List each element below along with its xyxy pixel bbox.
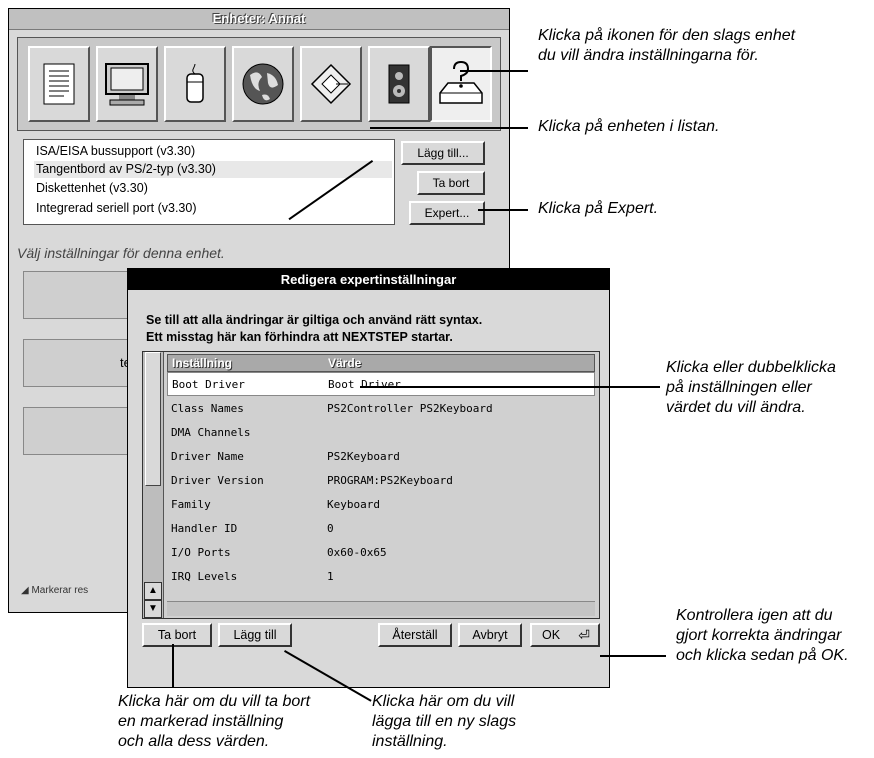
- callout-line: [478, 209, 528, 211]
- setting-cell[interactable]: Driver Version: [171, 469, 264, 493]
- reset-button[interactable]: Återställ: [378, 623, 452, 647]
- setting-cell[interactable]: Class Names: [171, 397, 244, 421]
- callout-expert: Klicka på Expert.: [538, 200, 659, 217]
- scroll-up-icon[interactable]: ▲: [144, 582, 162, 600]
- settings-table[interactable]: ▲ ▼ Inställning Värde Boot Driver Boot D…: [142, 351, 600, 619]
- table-row[interactable]: IRQ Levels 1: [167, 565, 595, 589]
- setting-cell[interactable]: Family: [171, 493, 211, 517]
- warning-text: Se till att alla ändringar är giltiga oc…: [146, 313, 483, 327]
- remove-setting-button[interactable]: Ta bort: [142, 623, 212, 647]
- column-header-setting[interactable]: Inställning: [172, 355, 232, 371]
- expert-settings-dialog: Redigera expertinställningar Se till att…: [127, 268, 610, 688]
- table-row[interactable]: Driver Name PS2Keyboard: [167, 445, 595, 469]
- add-setting-button[interactable]: Lägg till: [218, 623, 292, 647]
- table-row-selected[interactable]: Boot Driver Boot Driver: [167, 372, 595, 396]
- disk-icon[interactable]: [300, 46, 362, 122]
- list-item[interactable]: Diskettenhet (v3.30): [36, 180, 148, 197]
- warning-text: Ett misstag här kan förhindra att NEXTST…: [146, 330, 453, 344]
- expert-button[interactable]: Expert...: [409, 201, 485, 225]
- cancel-button[interactable]: Avbryt: [458, 623, 522, 647]
- table-row[interactable]: Handler ID 0: [167, 517, 595, 541]
- callout-remove: Klicka här om du vill ta bort en markera…: [118, 693, 311, 750]
- table-row[interactable]: I/O Ports 0x60-0x65: [167, 541, 595, 565]
- document-icon[interactable]: [28, 46, 90, 122]
- setting-cell[interactable]: Driver Name: [171, 445, 244, 469]
- table-row[interactable]: Driver Version PROGRAM:PS2Keyboard: [167, 469, 595, 493]
- callout-ok: Kontrollera igen att du gjort korrekta ä…: [676, 607, 849, 664]
- list-item[interactable]: Integrerad seriell port (v3.30): [36, 200, 197, 217]
- globe-icon[interactable]: [232, 46, 294, 122]
- monitor-icon[interactable]: [96, 46, 158, 122]
- setting-cell[interactable]: Boot Driver: [172, 373, 245, 397]
- callout-line: [360, 386, 660, 388]
- other-device-icon[interactable]: [430, 46, 492, 122]
- setting-cell[interactable]: I/O Ports: [171, 541, 231, 565]
- callout-line: [460, 70, 528, 72]
- device-icon-bar: [17, 37, 501, 131]
- table-row[interactable]: DMA Channels: [167, 421, 595, 445]
- column-header-value[interactable]: Värde: [328, 355, 361, 371]
- setting-cell[interactable]: IRQ Levels: [171, 565, 237, 589]
- value-cell[interactable]: PS2Controller PS2Keyboard: [327, 397, 493, 421]
- list-item[interactable]: ISA/EISA bussupport (v3.30): [36, 143, 195, 160]
- callout-list: Klicka på enheten i listan.: [538, 118, 720, 135]
- value-cell[interactable]: Boot Driver: [328, 373, 401, 397]
- table-footer: [167, 601, 595, 616]
- callout-line: [600, 655, 666, 657]
- table-row[interactable]: Family Keyboard: [167, 493, 595, 517]
- mouse-icon[interactable]: [164, 46, 226, 122]
- window-title: Enheter: Annat: [9, 9, 509, 30]
- table-row[interactable]: Class Names PS2Controller PS2Keyboard: [167, 397, 595, 421]
- scroll-thumb[interactable]: [145, 352, 161, 486]
- list-item-selected[interactable]: Tangentbord av PS/2-typ (v3.30): [34, 161, 392, 178]
- return-key-icon: ⏎: [578, 627, 590, 643]
- ok-button[interactable]: OK ⏎: [530, 623, 600, 647]
- status-text: ◢ Markerar res: [21, 585, 89, 596]
- value-cell[interactable]: PS2Keyboard: [327, 445, 400, 469]
- value-cell[interactable]: 0: [327, 517, 334, 541]
- scrollbar[interactable]: ▲ ▼: [143, 352, 164, 618]
- setting-cell[interactable]: Handler ID: [171, 517, 237, 541]
- value-cell[interactable]: PROGRAM:PS2Keyboard: [327, 469, 453, 493]
- scroll-down-icon[interactable]: ▼: [144, 600, 162, 618]
- setting-cell[interactable]: DMA Channels: [171, 421, 250, 445]
- callout-icon: Klicka på ikonen för den slags enhet du …: [538, 27, 796, 64]
- value-cell[interactable]: 0x60-0x65: [327, 541, 387, 565]
- callout-edit: Klicka eller dubbelklicka på inställning…: [666, 359, 836, 416]
- add-device-button[interactable]: Lägg till...: [401, 141, 485, 165]
- value-cell[interactable]: Keyboard: [327, 493, 380, 517]
- remove-device-button[interactable]: Ta bort: [417, 171, 485, 195]
- callout-line: [172, 644, 174, 688]
- value-cell[interactable]: 1: [327, 565, 334, 589]
- callout-line: [370, 127, 528, 129]
- ok-button-label: OK: [542, 628, 561, 642]
- dialog-title: Redigera expertinställningar: [128, 269, 609, 290]
- callout-add: Klicka här om du vill lägga till en ny s…: [372, 693, 517, 750]
- settings-label: Välj inställningar för denna enhet.: [17, 245, 225, 261]
- speaker-icon[interactable]: [368, 46, 430, 122]
- table-header: Inställning Värde: [167, 354, 595, 372]
